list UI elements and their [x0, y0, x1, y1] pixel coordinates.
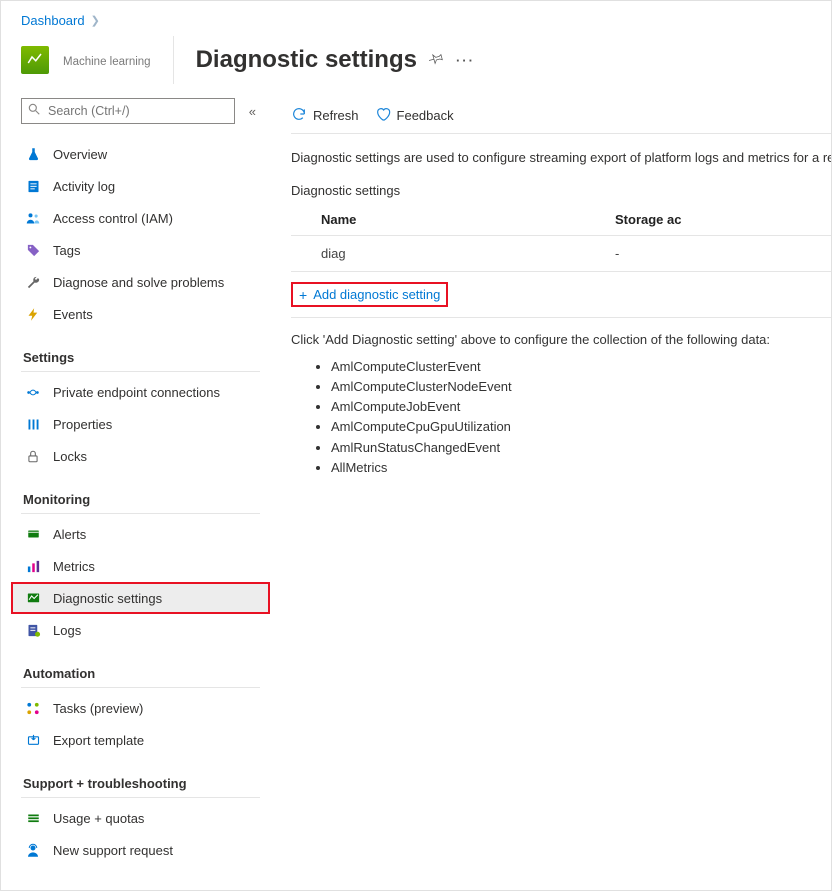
sidebar-item-label: Diagnose and solve problems — [53, 275, 224, 290]
chevron-right-icon: ❯ — [91, 14, 100, 27]
diagnostic-settings-table: Name Storage ac diag - + — [291, 204, 831, 318]
lock-icon — [25, 448, 41, 464]
list-item: AmlComputeCpuGpuUtilization — [331, 417, 831, 437]
collapse-sidebar-icon[interactable]: « — [245, 100, 260, 123]
feedback-label: Feedback — [397, 108, 454, 123]
sidebar-item-locks[interactable]: Locks — [11, 440, 270, 472]
toolbar: Refresh Feedback — [291, 98, 831, 134]
sidebar-item-label: Export template — [53, 733, 144, 748]
sidebar-item-label: Events — [53, 307, 93, 322]
breadcrumb: Dashboard ❯ — [1, 1, 831, 32]
main-content: Refresh Feedback Diagnostic settings are… — [271, 98, 831, 890]
support-icon — [25, 842, 41, 858]
cell-storage: - — [615, 236, 831, 272]
resource-type: Machine learning — [63, 56, 151, 68]
section-subheading: Diagnostic settings — [291, 183, 831, 198]
search-input[interactable] — [21, 98, 235, 124]
sidebar-item-logs[interactable]: Logs — [11, 614, 270, 646]
sidebar-item-overview[interactable]: Overview — [11, 138, 270, 170]
plus-icon: + — [299, 288, 307, 302]
sidebar-item-private-endpoint[interactable]: Private endpoint connections — [11, 376, 270, 408]
quota-icon — [25, 810, 41, 826]
refresh-label: Refresh — [313, 108, 359, 123]
sidebar-item-tags[interactable]: Tags — [11, 234, 270, 266]
sidebar-item-label: New support request — [53, 843, 173, 858]
bolt-icon — [25, 306, 41, 322]
sidebar-item-label: Overview — [53, 147, 107, 162]
tag-icon — [25, 242, 41, 258]
refresh-button[interactable]: Refresh — [291, 106, 359, 125]
sidebar-item-activity-log[interactable]: Activity log — [11, 170, 270, 202]
tasks-icon — [25, 700, 41, 716]
sidebar-item-label: Activity log — [53, 179, 115, 194]
sidebar-item-access-control[interactable]: Access control (IAM) — [11, 202, 270, 234]
endpoint-icon — [25, 384, 41, 400]
more-icon[interactable]: ··· — [456, 53, 475, 68]
page-title: Diagnostic settings — [196, 46, 417, 74]
sidebar-item-diagnostic-settings[interactable]: Diagnostic settings — [11, 582, 270, 614]
sidebar-item-diagnose[interactable]: Diagnose and solve problems — [11, 266, 270, 298]
sidebar-item-label: Metrics — [53, 559, 95, 574]
sidebar-item-label: Logs — [53, 623, 81, 638]
sidebar-item-metrics[interactable]: Metrics — [11, 550, 270, 582]
cell-name: diag — [291, 236, 615, 272]
list-item: AmlComputeJobEvent — [331, 397, 831, 417]
search-icon — [27, 102, 41, 119]
ml-resource-icon — [21, 46, 49, 74]
page-header: Machine learning Diagnostic settings ··· — [1, 32, 831, 98]
sidebar-item-label: Diagnostic settings — [53, 591, 162, 606]
add-diagnostic-setting-button[interactable]: + Add diagnostic setting — [291, 282, 448, 307]
sidebar-item-label: Locks — [53, 449, 87, 464]
sidebar-item-export-template[interactable]: Export template — [11, 724, 270, 756]
add-diagnostic-label: Add diagnostic setting — [313, 287, 440, 302]
pin-icon[interactable] — [429, 51, 444, 69]
feedback-button[interactable]: Feedback — [375, 106, 454, 125]
sidebar-item-label: Properties — [53, 417, 112, 432]
sidebar-heading-settings: Settings — [11, 330, 270, 371]
sidebar-item-label: Tags — [53, 243, 80, 258]
refresh-icon — [291, 106, 307, 125]
sidebar-item-label: Private endpoint connections — [53, 385, 220, 400]
table-row[interactable]: diag - — [291, 236, 831, 272]
description-text: Diagnostic settings are used to configur… — [291, 150, 831, 165]
sidebar-item-properties[interactable]: Properties — [11, 408, 270, 440]
table-header-name: Name — [291, 204, 615, 236]
sidebar-item-alerts[interactable]: Alerts — [11, 518, 270, 550]
heart-icon — [375, 106, 391, 125]
sidebar-item-label: Tasks (preview) — [53, 701, 143, 716]
list-item: AllMetrics — [331, 458, 831, 478]
flask-icon — [25, 146, 41, 162]
sidebar-item-label: Access control (IAM) — [53, 211, 173, 226]
sidebar-heading-monitoring: Monitoring — [11, 472, 270, 513]
wrench-icon — [25, 274, 41, 290]
sidebar-item-usage-quotas[interactable]: Usage + quotas — [11, 802, 270, 834]
sidebar: « Overview Activity log Access control (… — [1, 98, 271, 890]
properties-icon — [25, 416, 41, 432]
breadcrumb-dashboard[interactable]: Dashboard — [21, 13, 85, 28]
sidebar-item-label: Usage + quotas — [53, 811, 144, 826]
list-item: AmlRunStatusChangedEvent — [331, 438, 831, 458]
sidebar-item-events[interactable]: Events — [11, 298, 270, 330]
people-icon — [25, 210, 41, 226]
list-item: AmlComputeClusterEvent — [331, 357, 831, 377]
logs-icon — [25, 622, 41, 638]
log-icon — [25, 178, 41, 194]
metrics-icon — [25, 558, 41, 574]
separator — [173, 36, 174, 84]
sidebar-heading-support: Support + troubleshooting — [11, 756, 270, 797]
diagnostic-icon — [25, 590, 41, 606]
list-item: AmlComputeClusterNodeEvent — [331, 377, 831, 397]
sidebar-item-label: Alerts — [53, 527, 86, 542]
export-icon — [25, 732, 41, 748]
table-header-storage: Storage ac — [615, 204, 831, 236]
sidebar-item-tasks[interactable]: Tasks (preview) — [11, 692, 270, 724]
hint-text: Click 'Add Diagnostic setting' above to … — [291, 332, 831, 347]
sidebar-heading-automation: Automation — [11, 646, 270, 687]
sidebar-item-new-support-request[interactable]: New support request — [11, 834, 270, 866]
data-list: AmlComputeClusterEvent AmlComputeCluster… — [331, 357, 831, 478]
alerts-icon — [25, 526, 41, 542]
